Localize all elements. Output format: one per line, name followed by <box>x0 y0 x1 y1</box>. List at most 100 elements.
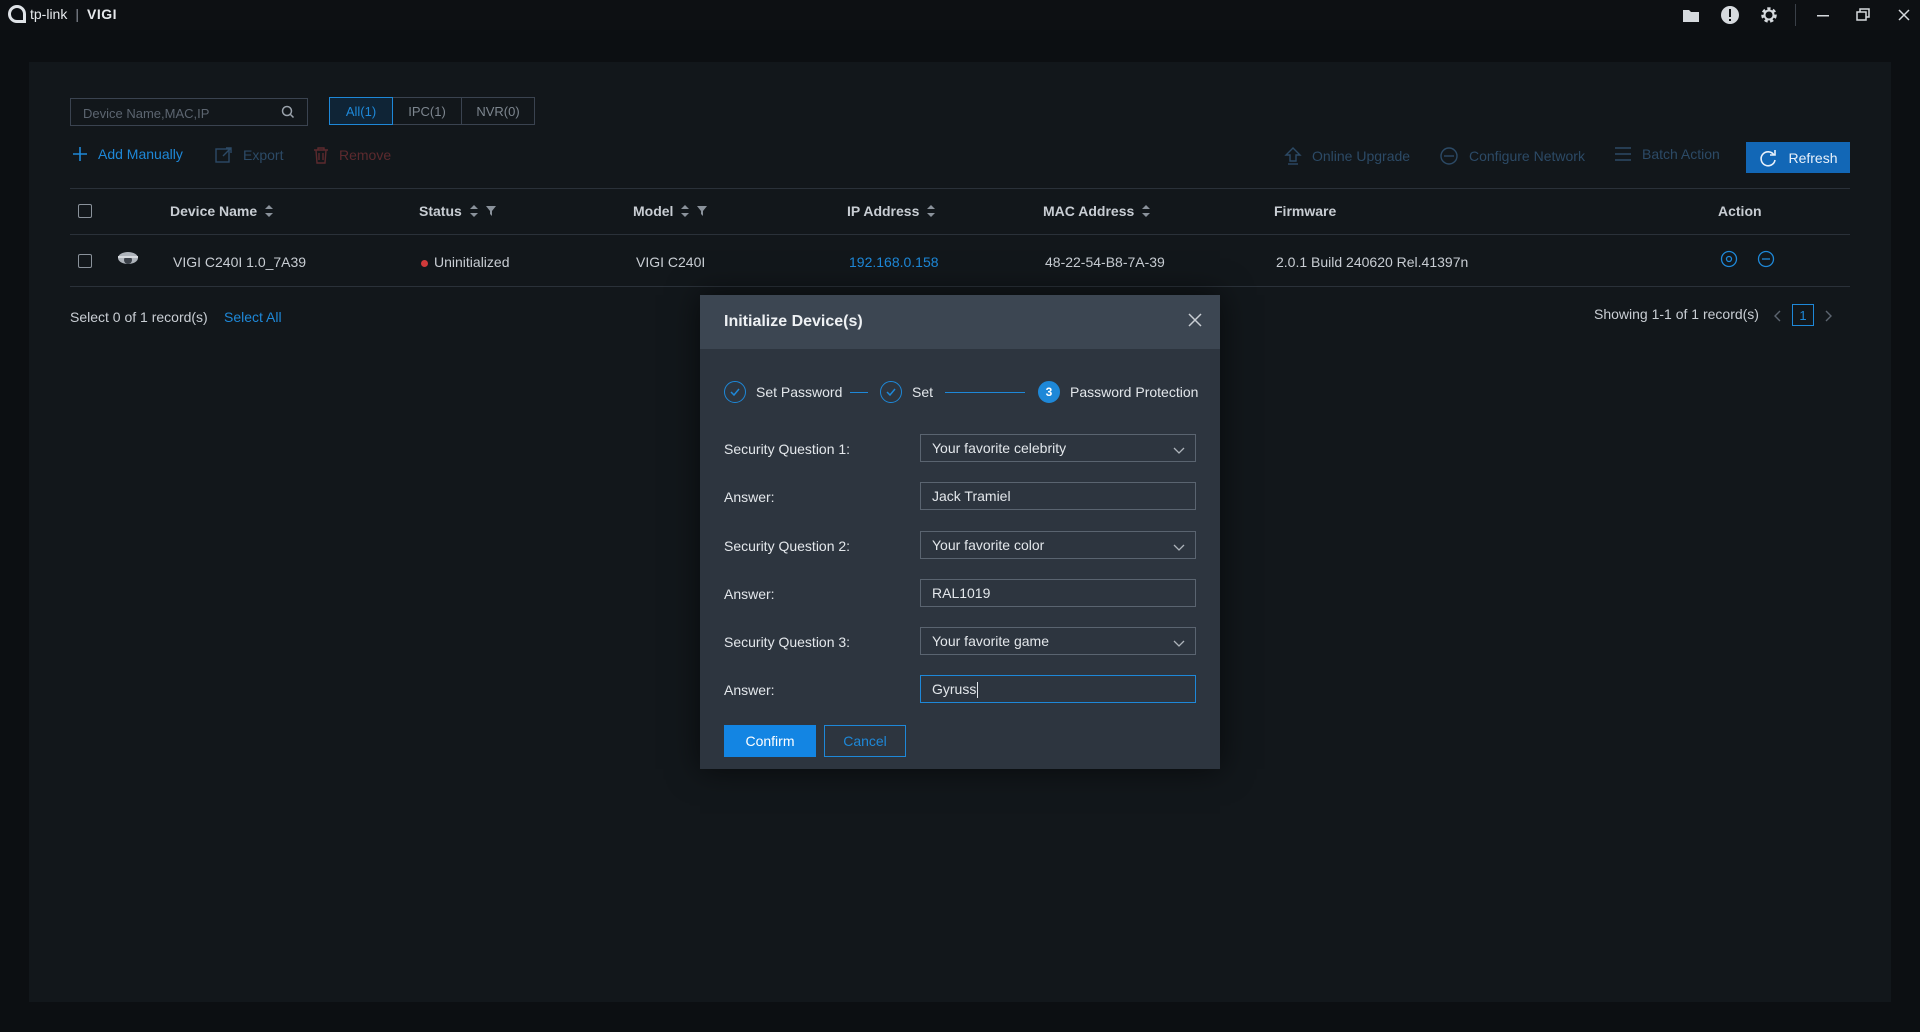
search-box[interactable] <box>70 98 308 126</box>
tab-all[interactable]: All(1) <box>329 97 393 125</box>
col-firmware: Firmware <box>1274 203 1336 219</box>
col-ip-address[interactable]: IP Address <box>847 203 936 219</box>
col-action: Action <box>1718 203 1762 219</box>
row-divider <box>70 286 1850 287</box>
confirm-button[interactable]: Confirm <box>724 725 816 757</box>
status-dot-icon <box>421 259 428 267</box>
refresh-icon <box>1760 149 1777 167</box>
prev-page-icon[interactable] <box>1774 309 1782 325</box>
sort-icon <box>927 205 936 217</box>
col-ip-label: IP Address <box>847 203 920 219</box>
gear-icon[interactable] <box>1758 4 1780 26</box>
security-question-3-select[interactable]: Your favorite game <box>920 627 1196 655</box>
titlebar-divider <box>1795 4 1796 26</box>
col-status[interactable]: Status <box>419 203 496 219</box>
answer-1-label: Answer: <box>724 489 775 505</box>
sort-icon <box>265 205 274 217</box>
security-question-1-value: Your favorite celebrity <box>932 440 1067 456</box>
plus-icon <box>73 147 87 161</box>
header-checkbox-wrap <box>78 204 92 218</box>
security-question-3-label: Security Question 3: <box>724 634 851 650</box>
refresh-label: Refresh <box>1788 149 1838 166</box>
tab-nvr[interactable]: NVR(0) <box>461 97 535 125</box>
sort-icon <box>681 205 690 217</box>
answer-2-label: Answer: <box>724 586 775 602</box>
table-row[interactable] <box>78 254 92 268</box>
text-caret <box>977 682 979 699</box>
chevron-down-icon <box>1173 442 1185 458</box>
step-set: Set <box>880 381 933 403</box>
row-checkbox[interactable] <box>78 254 92 268</box>
record-summary: Showing 1-1 of 1 record(s) <box>1594 306 1759 322</box>
batch-action-label: Batch Action <box>1642 146 1720 162</box>
row-ip-link[interactable]: 192.168.0.158 <box>849 254 939 270</box>
title-bar <box>0 0 1920 30</box>
folder-icon[interactable] <box>1680 4 1702 26</box>
close-icon[interactable] <box>1188 313 1202 330</box>
step-connector <box>850 392 868 393</box>
chevron-down-icon <box>1173 539 1185 555</box>
app-logo: tp-link | VIGI <box>8 5 117 23</box>
select-all-link[interactable]: Select All <box>224 309 282 325</box>
batch-action-button[interactable]: Batch Action <box>1614 146 1720 162</box>
network-icon <box>1440 147 1458 165</box>
step-set-password-label: Set Password <box>756 384 843 400</box>
configure-network-button[interactable]: Configure Network <box>1439 146 1585 166</box>
page-number-button[interactable]: 1 <box>1792 304 1814 326</box>
table-header: Device Name Status Model IP Address MAC … <box>70 188 1850 234</box>
answer-2-input[interactable]: RAL1019 <box>920 579 1196 607</box>
dialog-title: Initialize Device(s) <box>724 313 863 330</box>
security-question-2-value: Your favorite color <box>932 537 1045 553</box>
close-window-icon[interactable] <box>1893 4 1915 26</box>
restore-icon[interactable] <box>1852 4 1874 26</box>
col-status-label: Status <box>419 203 462 219</box>
filter-icon <box>697 206 708 216</box>
search-icon[interactable] <box>281 105 295 122</box>
upload-icon <box>1284 147 1302 165</box>
security-question-2-label: Security Question 2: <box>724 538 851 554</box>
col-model[interactable]: Model <box>633 203 708 219</box>
search-input[interactable] <box>81 103 275 123</box>
initialize-action-icon[interactable] <box>1720 250 1738 271</box>
col-device-name[interactable]: Device Name <box>170 203 274 219</box>
camera-icon <box>117 251 139 272</box>
tab-ipc[interactable]: IPC(1) <box>392 97 462 125</box>
answer-3-value-wrap: Gyruss <box>932 681 979 699</box>
answer-3-input[interactable]: Gyruss <box>920 675 1196 703</box>
filter-icon <box>485 206 496 216</box>
add-manually-button[interactable]: Add Manually <box>72 146 183 162</box>
security-question-2-select[interactable]: Your favorite color <box>920 531 1196 559</box>
trash-icon <box>314 147 328 164</box>
answer-2-value: RAL1019 <box>932 585 991 601</box>
add-manually-label: Add Manually <box>98 146 183 162</box>
answer-3-value: Gyruss <box>932 681 977 697</box>
minimize-icon[interactable] <box>1812 4 1834 26</box>
col-mac-address[interactable]: MAC Address <box>1043 203 1151 219</box>
chevron-down-icon <box>1173 635 1185 651</box>
security-question-3-value: Your favorite game <box>932 633 1049 649</box>
remove-button[interactable]: Remove <box>313 146 391 164</box>
row-status: Uninitialized <box>421 254 509 270</box>
step-set-label: Set <box>912 384 934 400</box>
list-icon <box>1615 147 1631 161</box>
next-page-icon[interactable] <box>1824 309 1832 325</box>
row-firmware: 2.0.1 Build 240620 Rel.41397n <box>1276 254 1469 270</box>
network-action-icon[interactable] <box>1757 250 1775 271</box>
step-password-protection-label: Password Protection <box>1070 384 1199 400</box>
export-label: Export <box>243 147 284 163</box>
security-question-1-select[interactable]: Your favorite celebrity <box>920 434 1196 462</box>
tplink-logo-icon <box>8 5 26 23</box>
export-button[interactable]: Export <box>215 146 283 164</box>
cancel-button[interactable]: Cancel <box>824 725 906 757</box>
col-model-label: Model <box>633 203 674 219</box>
select-all-checkbox[interactable] <box>78 204 92 218</box>
answer-1-input[interactable]: Jack Tramiel <box>920 482 1196 510</box>
online-upgrade-button[interactable]: Online Upgrade <box>1284 146 1410 166</box>
answer-3-label: Answer: <box>724 682 775 698</box>
row-model: VIGI C240I <box>636 254 706 270</box>
row-status-label: Uninitialized <box>434 254 510 270</box>
info-icon[interactable] <box>1719 4 1741 26</box>
refresh-button[interactable]: Refresh <box>1746 142 1850 173</box>
logo-separator: | <box>75 6 79 22</box>
step-set-password: Set Password <box>724 381 842 403</box>
